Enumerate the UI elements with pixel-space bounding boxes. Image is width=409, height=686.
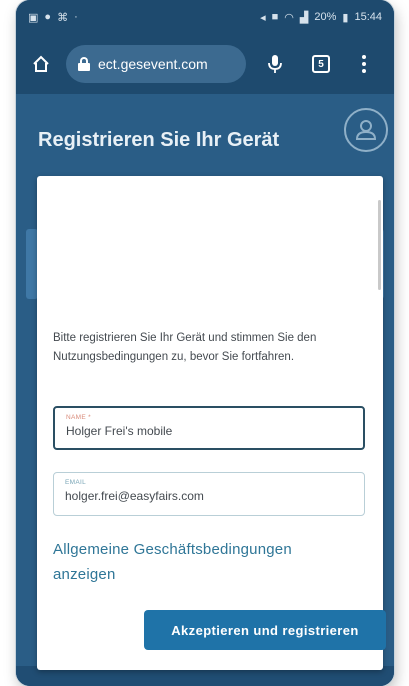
signal-icon: ▟ [299, 11, 309, 24]
status-bar: ▣ ● ⌘ · ◂ ■ ◠ ▟ 20% ▮ 15:44 [16, 0, 394, 34]
gallery-icon: ▣ [28, 11, 39, 24]
name-field[interactable]: NAME * [53, 406, 365, 450]
overflow-menu-button[interactable] [352, 49, 376, 79]
name-field-label: NAME * [66, 414, 91, 421]
email-field[interactable]: EMAIL [53, 472, 365, 516]
url-bar[interactable]: ect.gesevent.com [66, 45, 246, 83]
tabs-button[interactable]: 5 [306, 49, 336, 79]
url-text: ect.gesevent.com [98, 56, 208, 72]
registration-intro-text: Bitte registrieren Sie Ihr Gerät und sti… [53, 332, 317, 363]
nfc-icon: ◂ [260, 11, 266, 24]
voice-search-button[interactable] [260, 49, 290, 79]
status-right-icons: ◂ ■ ◠ ▟ 20% ▮ 15:44 [260, 11, 382, 24]
avatar[interactable] [344, 108, 388, 152]
microphone-icon [268, 55, 282, 73]
wifi-icon: ◠ [284, 11, 294, 24]
email-field-label: EMAIL [65, 479, 87, 486]
battery-icon: ▮ [342, 11, 349, 24]
tab-count: 5 [312, 55, 330, 73]
user-icon [355, 120, 377, 140]
mute-icon: ■ [271, 11, 279, 23]
dot-icon: · [74, 11, 78, 23]
home-button[interactable] [26, 49, 56, 79]
phone-screen: ▣ ● ⌘ · ◂ ■ ◠ ▟ 20% ▮ 15:44 ect.gesevent… [16, 0, 394, 686]
terms-link[interactable]: Allgemeine Geschäftsbedingungen anzeigen [53, 537, 353, 587]
page-content: Registrieren Sie Ihr Gerät Bitte registr… [16, 94, 394, 686]
email-input[interactable] [65, 489, 353, 503]
page-title: Registrieren Sie Ihr Gerät [38, 129, 280, 151]
name-input[interactable] [66, 424, 352, 438]
status-left-icons: ▣ ● ⌘ · [28, 11, 78, 24]
browser-toolbar: ect.gesevent.com 5 [16, 34, 394, 94]
battery-percent: 20% [314, 11, 337, 23]
home-icon [33, 55, 49, 72]
dialog-scrollbar[interactable] [378, 200, 381, 290]
registration-dialog: Bitte registrieren Sie Ihr Gerät und sti… [37, 176, 386, 670]
messenger-icon: ● [44, 11, 52, 23]
usb-icon: ⌘ [57, 11, 69, 24]
accept-register-button[interactable]: Akzeptieren und registrieren [144, 610, 386, 650]
lock-icon [78, 57, 90, 71]
status-time: 15:44 [354, 11, 382, 23]
